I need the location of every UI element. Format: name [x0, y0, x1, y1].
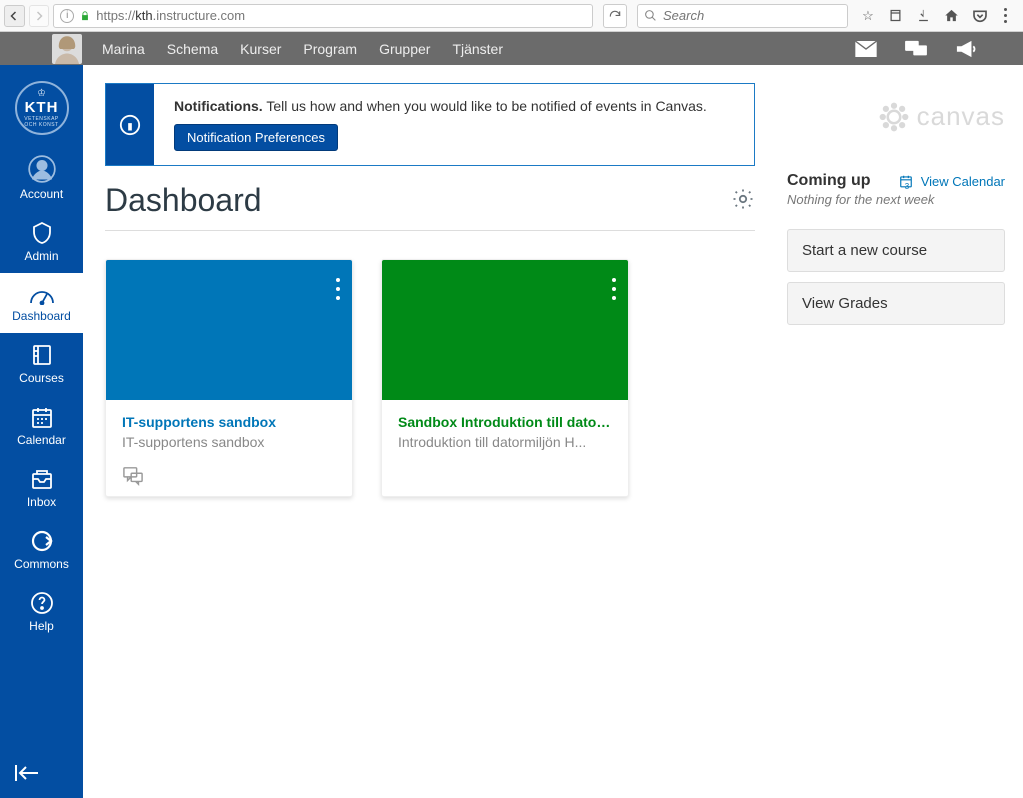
kth-logo[interactable]: ♔ KTH VETENSKAP OCH KONST — [15, 81, 69, 135]
sidebar-item-label: Dashboard — [12, 309, 71, 323]
view-calendar-link[interactable]: 3 View Calendar — [899, 174, 1005, 189]
top-nav-links: Marina Schema Kurser Program Grupper Tjä… — [102, 41, 503, 57]
course-subtitle: IT-supportens sandbox — [122, 434, 336, 450]
megaphone-icon[interactable] — [955, 40, 977, 58]
top-nav-link[interactable]: Kurser — [240, 41, 281, 57]
search-input[interactable] — [663, 8, 841, 23]
discussion-icon[interactable] — [122, 466, 144, 486]
search-icon — [644, 9, 657, 22]
card-options-icon[interactable] — [336, 278, 340, 300]
library-icon[interactable] — [888, 8, 904, 24]
info-icon — [106, 84, 154, 165]
sidebar-item-help[interactable]: Help — [0, 581, 83, 643]
course-cards: IT-supportens sandbox IT-supportens sand… — [105, 259, 755, 497]
notification-banner: Notifications. Tell us how and when you … — [105, 83, 755, 166]
browser-toolbar: i https://kth.instructure.com ☆ — [0, 0, 1023, 32]
page-title: Dashboard — [105, 184, 262, 216]
forward-button[interactable] — [29, 5, 50, 27]
lock-icon — [80, 10, 90, 22]
dashboard-settings-button[interactable] — [731, 187, 755, 214]
sidebar-item-label: Account — [20, 187, 63, 201]
sidebar-item-label: Inbox — [27, 495, 56, 509]
sidebar-item-label: Courses — [19, 371, 64, 385]
sidebar-item-dashboard[interactable]: Dashboard — [0, 273, 83, 333]
top-nav-link[interactable]: Schema — [167, 41, 218, 57]
sidebar-item-label: Calendar — [17, 433, 66, 447]
info-icon: i — [60, 9, 74, 23]
notification-message: Tell us how and when you would like to b… — [266, 98, 707, 114]
top-nav-link[interactable]: Tjänster — [452, 41, 503, 57]
sidebar-item-account[interactable]: Account — [0, 145, 83, 211]
browser-menu-icon[interactable] — [1000, 8, 1011, 23]
app-top-bar: Marina Schema Kurser Program Grupper Tjä… — [0, 32, 1023, 65]
refresh-button[interactable] — [603, 4, 627, 28]
back-button[interactable] — [4, 5, 25, 27]
course-title: Sandbox Introduktion till datormilj... — [398, 414, 612, 430]
sidebar-item-commons[interactable]: Commons — [0, 519, 83, 581]
chat-icon[interactable] — [905, 40, 927, 58]
url-bar[interactable]: i https://kth.instructure.com — [53, 4, 593, 28]
sidebar-item-inbox[interactable]: Inbox — [0, 457, 83, 519]
top-nav-link[interactable]: Program — [303, 41, 357, 57]
top-nav-link[interactable]: Marina — [102, 41, 145, 57]
home-icon[interactable] — [944, 8, 960, 24]
avatar[interactable] — [52, 34, 82, 64]
downloads-icon[interactable] — [916, 8, 932, 24]
coming-up-empty: Nothing for the next week — [787, 192, 1005, 207]
global-nav: ♔ KTH VETENSKAP OCH KONST Account Admin … — [0, 65, 83, 798]
sidebar-item-courses[interactable]: Courses — [0, 333, 83, 395]
sidebar-item-label: Commons — [14, 557, 69, 571]
notification-title: Notifications. — [174, 98, 263, 114]
sidebar-item-admin[interactable]: Admin — [0, 211, 83, 273]
notification-preferences-button[interactable]: Notification Preferences — [174, 124, 338, 151]
course-card[interactable]: Sandbox Introduktion till datormilj... I… — [381, 259, 629, 497]
browser-right-icons: ☆ — [852, 8, 1019, 24]
view-grades-button[interactable]: View Grades — [787, 282, 1005, 325]
course-subtitle: Introduktion till datormiljön H... — [398, 434, 612, 450]
start-new-course-button[interactable]: Start a new course — [787, 229, 1005, 272]
course-card[interactable]: IT-supportens sandbox IT-supportens sand… — [105, 259, 353, 497]
url-text: https://kth.instructure.com — [96, 8, 586, 23]
course-title: IT-supportens sandbox — [122, 414, 336, 430]
coming-up-heading: Coming up — [787, 172, 871, 190]
canvas-logo: canvas — [787, 101, 1005, 132]
card-options-icon[interactable] — [612, 278, 616, 300]
sidebar-item-calendar[interactable]: Calendar — [0, 395, 83, 457]
top-nav-link[interactable]: Grupper — [379, 41, 430, 57]
pocket-icon[interactable] — [972, 8, 988, 24]
browser-search[interactable] — [637, 4, 848, 28]
sidebar-item-label: Help — [29, 619, 54, 633]
sidebar-collapse[interactable] — [0, 748, 83, 798]
sidebar-item-label: Admin — [24, 249, 58, 263]
mail-icon[interactable] — [855, 40, 877, 58]
bookmark-star-icon[interactable]: ☆ — [860, 8, 876, 24]
